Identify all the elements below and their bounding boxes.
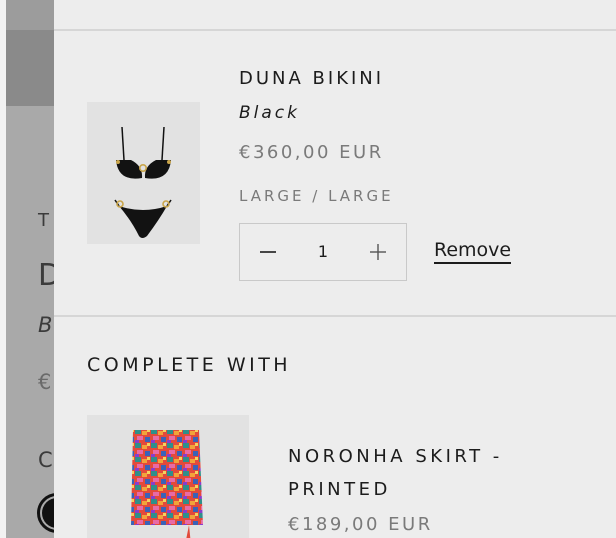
increase-quantity-button[interactable] [350,224,406,279]
quantity-input[interactable]: 1 [296,224,350,279]
cart-drawer: DUNA BIKINI Black €360,00 EUR LARGE / LA… [54,0,616,538]
cart-item-size: LARGE / LARGE [239,187,394,205]
decrease-quantity-button[interactable] [240,224,296,279]
cart-item-image[interactable] [87,102,200,244]
quantity-stepper: 1 [239,223,407,281]
recommended-product-price: €189,00 EUR [288,514,433,535]
complete-with-heading: COMPLETE WITH [87,354,292,376]
background-text-t: T [38,210,52,231]
background-text-c: C [38,448,53,472]
cart-item-price: €360,00 EUR [239,142,384,163]
recommended-product-image[interactable] [87,415,249,538]
background-banner [6,30,54,106]
background-text-euro: € [38,370,52,394]
minus-icon [260,250,276,253]
cart-item-title[interactable]: DUNA BIKINI [239,68,384,89]
plus-icon [370,243,386,260]
cart-item-variant: Black [239,103,300,123]
background-text-b: B [38,313,53,337]
divider-middle [54,315,616,317]
divider-top [54,29,616,31]
bikini-icon [114,126,172,238]
remove-item-link[interactable]: Remove [434,239,512,264]
background-header [6,0,54,30]
recommended-product-title[interactable]: NORONHA SKIRT - PRINTED [288,440,548,506]
skirt-icon [131,430,203,538]
